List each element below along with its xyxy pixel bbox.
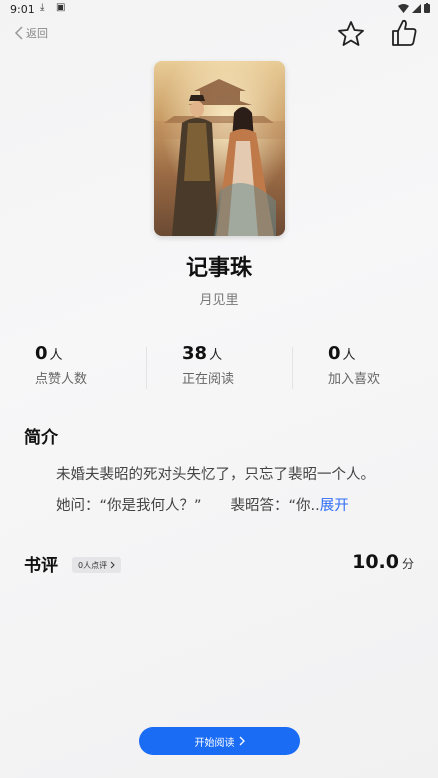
review-count-badge[interactable]: 0人点评 xyxy=(72,557,122,573)
chevron-right-icon xyxy=(110,561,115,569)
review-count-label: 0人点评 xyxy=(78,560,108,570)
stat-divider xyxy=(146,347,147,389)
rating-value: 10.0 xyxy=(352,551,399,573)
favorite-star-icon[interactable] xyxy=(337,20,365,48)
book-cover-image[interactable] xyxy=(154,61,285,236)
book-title: 记事珠 xyxy=(185,256,252,281)
start-reading-button[interactable]: 开始阅读 xyxy=(139,727,300,755)
stat-divider xyxy=(292,347,293,389)
start-reading-label: 开始阅读 xyxy=(194,737,235,749)
stat-favorites-label: 加入喜欢 xyxy=(328,372,381,387)
thumbs-up-icon[interactable] xyxy=(390,18,418,48)
stats-row: 0人 点赞人数 38 人 正在阅读 0人 加入喜欢 xyxy=(0,343,438,393)
wifi-icon xyxy=(398,3,409,13)
stat-likes-value: 0 xyxy=(35,343,48,364)
status-time: 9:01 xyxy=(10,3,35,16)
back-label: 返回 xyxy=(26,27,48,40)
back-button[interactable]: 返回 xyxy=(14,25,48,41)
cover-illustration xyxy=(154,61,285,236)
stat-favorites-unit: 人 xyxy=(342,348,356,363)
app-notification-icon: ▣ xyxy=(56,2,66,13)
stat-likes: 0人 点赞人数 xyxy=(35,343,87,387)
intro-line-2-text: 她问：“你是我何人？” 裴昭答：“你.. xyxy=(56,498,320,514)
signal-icon xyxy=(412,3,421,13)
download-icon: ⤓ xyxy=(40,2,45,13)
chevron-left-icon xyxy=(14,26,23,40)
intro-heading: 简介 xyxy=(24,428,58,448)
intro-text: 未婚夫裴昭的死对头失忆了，只忘了裴昭一个人。 她问：“你是我何人？” 裴昭答：“… xyxy=(56,460,416,522)
stat-favorites: 0人 加入喜欢 xyxy=(328,343,380,387)
stat-reading-unit: 人 xyxy=(209,348,223,363)
intro-line-2: 她问：“你是我何人？” 裴昭答：“你..展开 xyxy=(56,491,416,522)
stat-reading-value: 38 xyxy=(182,343,208,364)
stat-favorites-value: 0 xyxy=(328,343,341,364)
status-bar: 9:01 ⤓ ▣ xyxy=(0,0,438,18)
status-icons xyxy=(398,3,430,13)
stat-likes-label: 点赞人数 xyxy=(35,372,88,387)
book-author[interactable]: 月见里 xyxy=(0,289,438,308)
stat-likes-unit: 人 xyxy=(49,348,63,363)
stat-reading-label: 正在阅读 xyxy=(182,372,235,387)
review-heading: 书评 xyxy=(24,556,58,576)
stat-reading: 38 人 正在阅读 xyxy=(182,343,234,387)
chevron-right-icon xyxy=(239,736,245,746)
rating-unit: 分 xyxy=(401,557,414,571)
rating-score: 10.0 分 xyxy=(352,551,414,573)
battery-icon xyxy=(424,3,430,13)
intro-line-1: 未婚夫裴昭的死对头失忆了，只忘了裴昭一个人。 xyxy=(56,467,375,483)
expand-link[interactable]: 展开 xyxy=(320,498,349,514)
